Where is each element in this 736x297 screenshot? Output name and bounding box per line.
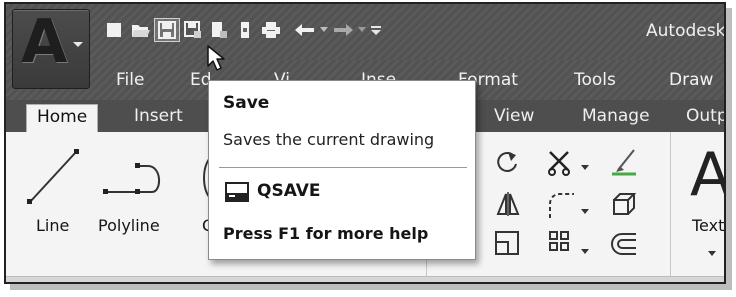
publish-button[interactable] <box>232 18 258 42</box>
export-button[interactable] <box>206 18 232 42</box>
3d-solid-tool[interactable] <box>610 190 638 222</box>
menu-tools[interactable]: Tools <box>574 70 616 90</box>
chevron-down-icon <box>581 249 589 254</box>
publish-icon <box>241 22 249 38</box>
save-tooltip: Save Saves the current drawing QSAVE Pre… <box>208 80 476 260</box>
redo-button[interactable] <box>330 18 356 42</box>
cube-icon <box>613 193 637 215</box>
save-as-button[interactable] <box>180 18 206 42</box>
mouse-cursor-icon <box>206 44 228 76</box>
mirror-icon <box>496 192 520 216</box>
open-button[interactable] <box>128 18 154 42</box>
quick-access-toolbar <box>102 18 384 42</box>
array-tool[interactable] <box>548 230 572 258</box>
scale-icon <box>495 231 519 255</box>
undo-icon <box>295 24 314 36</box>
scissors-icon <box>548 151 570 176</box>
offset-tool[interactable] <box>610 232 638 260</box>
save-as-icon <box>184 21 201 38</box>
trim-tool[interactable] <box>546 148 576 182</box>
tooltip-help: Press F1 for more help <box>223 224 429 243</box>
rotate-tool[interactable] <box>494 150 520 180</box>
polyline-tool[interactable] <box>102 160 172 204</box>
line-label: Line <box>36 216 70 235</box>
erase-tool[interactable] <box>610 148 638 182</box>
text-label: Text <box>692 216 725 235</box>
tooltip-title: Save <box>223 93 270 113</box>
line-tool[interactable] <box>26 148 82 210</box>
array-dropdown[interactable] <box>581 240 589 259</box>
new-button[interactable] <box>102 18 128 42</box>
redo-dropdown[interactable] <box>356 18 368 42</box>
tooltip-divider <box>219 167 467 168</box>
chevron-down-icon <box>581 209 589 214</box>
tab-output[interactable]: Outp <box>686 106 724 126</box>
chevron-down-icon <box>708 251 716 256</box>
line-icon <box>27 149 79 204</box>
polyline-label: Polyline <box>98 216 160 235</box>
fillet-tool[interactable] <box>546 190 576 224</box>
menu-file[interactable]: File <box>116 70 144 90</box>
eraser-icon <box>612 149 636 176</box>
title-bar: Autodesk <box>6 4 724 60</box>
chevron-down-icon <box>581 165 589 170</box>
customize-qat-button[interactable] <box>368 18 384 42</box>
qsave-icon <box>225 181 251 207</box>
tab-view[interactable]: View <box>494 106 534 126</box>
new-icon <box>107 23 121 37</box>
fillet-dropdown[interactable] <box>581 200 589 219</box>
text-tool[interactable]: A <box>690 142 724 208</box>
plot-icon <box>262 22 280 38</box>
rotate-icon <box>497 151 517 172</box>
undo-dropdown[interactable] <box>318 18 330 42</box>
save-icon <box>158 21 176 39</box>
array-icon <box>549 231 569 251</box>
chevron-down-icon <box>320 27 328 32</box>
plot-button[interactable] <box>258 18 284 42</box>
save-button[interactable] <box>154 18 180 42</box>
redo-icon <box>334 24 353 36</box>
group-separator <box>670 132 671 280</box>
undo-button[interactable] <box>292 18 318 42</box>
text-dropdown[interactable] <box>708 242 716 261</box>
customize-icon <box>371 26 381 35</box>
fillet-icon <box>549 193 574 218</box>
window-title: Autodesk <box>646 21 726 41</box>
autocad-logo: A <box>21 7 68 77</box>
offset-icon <box>611 233 636 255</box>
chevron-down-icon <box>73 42 83 47</box>
application-menu-button[interactable]: A <box>12 9 90 89</box>
mirror-tool[interactable] <box>494 190 522 222</box>
open-icon <box>132 25 150 37</box>
tab-home[interactable]: Home <box>26 104 99 133</box>
scale-tool[interactable] <box>494 230 522 260</box>
export-icon <box>212 22 227 38</box>
tooltip-description: Saves the current drawing <box>223 130 435 149</box>
tooltip-command: QSAVE <box>257 181 321 201</box>
chevron-down-icon <box>358 27 366 32</box>
ribbon-panel-title-bar <box>6 276 724 282</box>
trim-dropdown[interactable] <box>581 156 589 175</box>
polyline-icon <box>103 163 160 194</box>
menu-draw[interactable]: Draw <box>669 70 713 90</box>
tab-insert[interactable]: Insert <box>134 106 183 126</box>
tab-manage[interactable]: Manage <box>582 106 650 126</box>
